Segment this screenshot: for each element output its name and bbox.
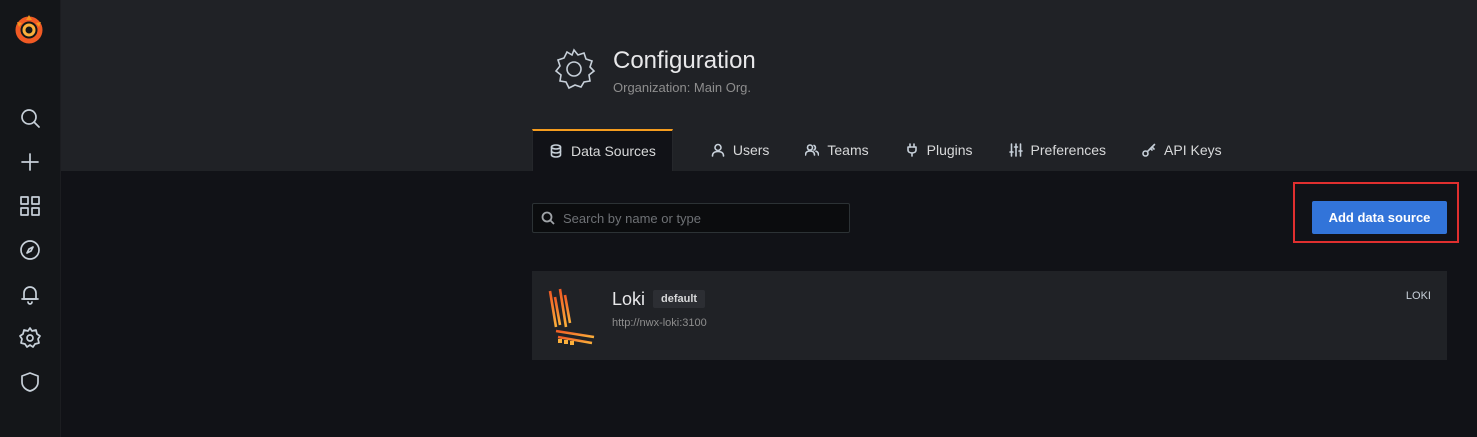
tab-label: Users: [732, 142, 770, 158]
database-icon: [550, 144, 562, 158]
tab-bar: Data Sources Users Teams Plugins Prefere…: [532, 129, 1242, 171]
tab-label: Data Sources: [571, 143, 656, 159]
plus-icon[interactable]: [18, 150, 42, 174]
page-header: Configuration Organization: Main Org. Da…: [61, 0, 1477, 171]
tab-label: Teams: [827, 142, 869, 158]
datasource-type: LOKI: [1405, 290, 1431, 302]
tab-teams[interactable]: Teams: [789, 129, 884, 171]
datasource-name: Loki: [612, 289, 646, 309]
dashboards-icon[interactable]: [18, 194, 42, 218]
tab-users[interactable]: Users: [695, 129, 786, 171]
explore-compass-icon[interactable]: [18, 238, 42, 262]
datasource-card[interactable]: Loki default http://nwx-loki:3100 LOKI: [532, 271, 1447, 360]
search-icon[interactable]: [18, 106, 42, 130]
tab-data-sources[interactable]: Data Sources: [532, 129, 673, 171]
gear-icon: [551, 46, 597, 92]
shield-icon[interactable]: [18, 370, 42, 394]
bell-icon[interactable]: [18, 282, 42, 306]
sliders-icon: [1008, 143, 1023, 157]
user-icon: [711, 143, 725, 157]
title-row: Configuration Organization: Main Org.: [551, 44, 756, 95]
tab-preferences[interactable]: Preferences: [993, 129, 1122, 171]
page-title: Configuration: [613, 47, 756, 74]
plug-icon: [906, 143, 917, 157]
default-badge: default: [653, 290, 706, 308]
sidebar: [0, 0, 61, 437]
tab-label: Plugins: [926, 142, 973, 158]
search-box: [532, 203, 850, 233]
tab-plugins[interactable]: Plugins: [889, 129, 989, 171]
loki-logo: [548, 288, 595, 345]
users-icon: [805, 144, 820, 156]
key-icon: [1142, 143, 1156, 157]
page-subtitle: Organization: Main Org.: [613, 80, 752, 95]
tab-label: API Keys: [1164, 142, 1222, 158]
gear-icon[interactable]: [18, 326, 42, 350]
tab-api-keys[interactable]: API Keys: [1126, 129, 1238, 171]
search-input[interactable]: [561, 209, 835, 227]
add-data-source-button[interactable]: Add data source: [1312, 201, 1447, 234]
datasource-url: http://nwx-loki:3100: [612, 317, 707, 329]
search-icon: [541, 211, 555, 225]
grafana-logo[interactable]: [12, 12, 46, 46]
tab-label: Preferences: [1030, 142, 1107, 158]
